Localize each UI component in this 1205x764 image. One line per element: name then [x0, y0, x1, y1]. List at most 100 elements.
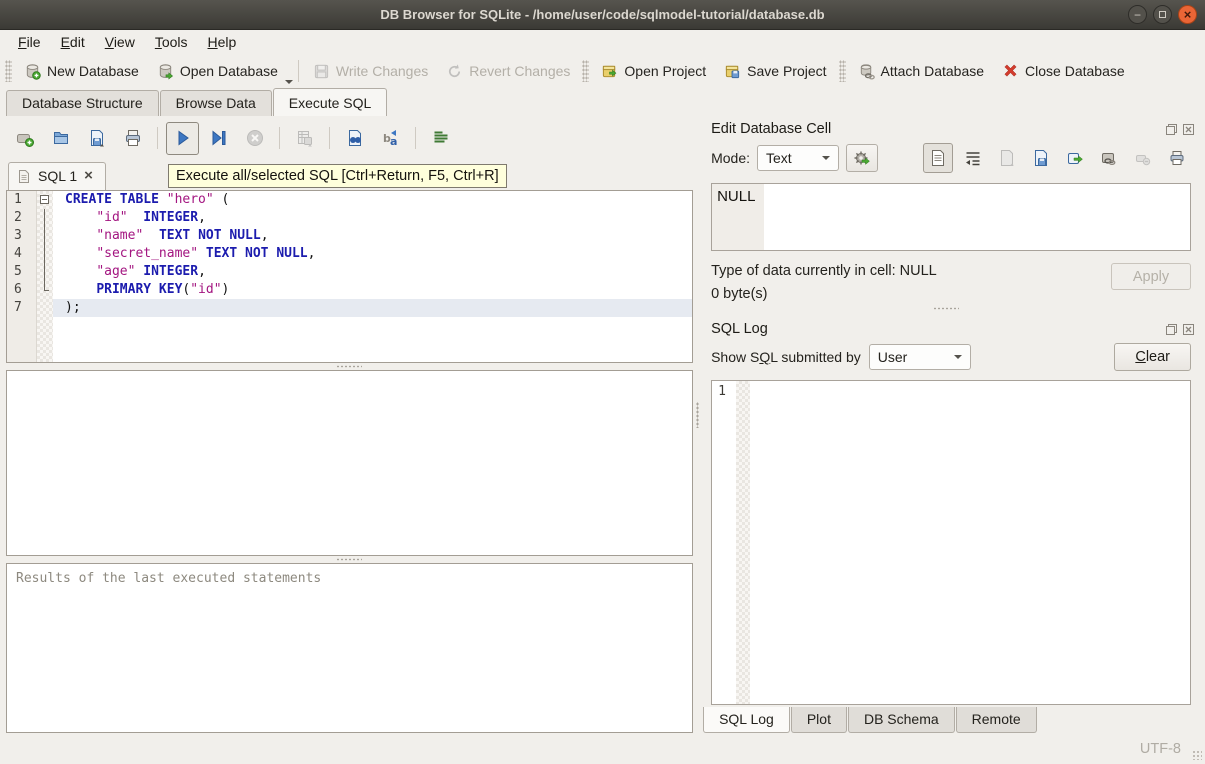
clear-log-button[interactable]: Clear — [1114, 343, 1191, 371]
find-replace-button[interactable] — [338, 122, 371, 155]
sql-editor[interactable]: 1 2 3 4 5 6 7 CREATE TABLE "hero" ( "id" INTEG… — [6, 190, 694, 363]
editor-results-splitter[interactable] — [6, 363, 693, 370]
cell-editor-toolbar — [923, 143, 1191, 173]
editor-line[interactable]: CREATE TABLE "hero" ( — [53, 191, 692, 209]
new-sql-tab-icon — [16, 134, 34, 147]
execute-sql-button[interactable] — [166, 121, 199, 155]
close-database-icon — [1004, 64, 1017, 77]
open-database-button[interactable]: Open Database — [148, 58, 287, 85]
tab-db-schema[interactable]: DB Schema — [847, 707, 955, 733]
editor-line[interactable]: "id" INTEGER, — [53, 209, 692, 227]
new-database-button[interactable]: New Database — [15, 58, 148, 85]
code-segment: "hero" — [166, 192, 214, 207]
auto-completion-button[interactable]: b a — [374, 122, 407, 155]
tab-remote[interactable]: Remote — [955, 707, 1037, 733]
tab-sql-log[interactable]: SQL Log — [703, 707, 790, 733]
grid-log-splitter[interactable] — [6, 556, 693, 563]
window-title: DB Browser for SQLite - /home/user/code/… — [380, 7, 825, 22]
sql-document-tab[interactable]: SQL 1 × — [8, 162, 106, 190]
sql-document-close-icon[interactable]: × — [84, 168, 93, 183]
resize-grip[interactable] — [1192, 750, 1202, 760]
editor-line[interactable]: PRIMARY KEY("id") — [53, 281, 692, 299]
editor-line[interactable]: "name" TEXT NOT NULL, — [53, 227, 692, 245]
main-vertical-splitter[interactable] — [693, 116, 703, 733]
open-external-icon — [1068, 153, 1083, 164]
close-button[interactable]: × — [1178, 5, 1197, 24]
menu-view[interactable]: View — [95, 32, 145, 52]
print-sql-button[interactable] — [116, 122, 149, 155]
open-sql-file-button[interactable] — [44, 122, 77, 155]
menu-edit[interactable]: Edit — [51, 32, 95, 52]
editor-line[interactable]: "age" INTEGER, — [53, 263, 692, 281]
status-bar: UTF-8 — [0, 733, 1205, 764]
menu-help[interactable]: Help — [198, 32, 247, 52]
save-project-button[interactable]: Save Project — [715, 58, 835, 85]
float-dock-icon[interactable] — [1165, 123, 1178, 136]
open-sql-file-icon — [53, 132, 68, 144]
menu-tools[interactable]: Tools — [145, 32, 198, 52]
fold-marker[interactable] — [37, 191, 53, 209]
stop-sql-button — [238, 122, 271, 155]
new-sql-tab-button[interactable] — [8, 122, 41, 155]
editor-line-number: 4 — [14, 246, 22, 261]
submitted-by-value: User — [877, 349, 908, 365]
results-grid-pane[interactable] — [6, 370, 694, 556]
toolbar-drag-handle[interactable] — [582, 60, 590, 82]
toolbar-drag-handle[interactable] — [5, 60, 12, 82]
maximize-button[interactable] — [1153, 5, 1172, 24]
submitted-by-combobox[interactable]: User — [868, 344, 971, 370]
code-segment: "id" — [96, 210, 128, 225]
close-dock-icon[interactable] — [1182, 123, 1195, 136]
minimize-button[interactable]: − — [1128, 5, 1147, 24]
dock-splitter[interactable] — [703, 302, 1199, 316]
link-cell-button[interactable] — [1095, 144, 1123, 172]
text-mode-button[interactable] — [923, 143, 953, 173]
close-database-button[interactable]: Close Database — [993, 58, 1134, 85]
tab-execute-sql[interactable]: Execute SQL — [272, 88, 388, 116]
code-segment: "id" — [190, 282, 222, 297]
toolbar-drag-handle[interactable] — [838, 60, 846, 82]
auto-switch-mode-button[interactable] — [846, 144, 878, 172]
editor-fold-margin[interactable] — [37, 191, 53, 362]
fold-marker — [37, 299, 53, 317]
format-sql-button[interactable] — [424, 122, 457, 155]
code-segment: "secret_name" — [96, 246, 199, 261]
set-null-button — [1129, 144, 1157, 172]
menu-file[interactable]: File — [8, 32, 51, 52]
code-segment: PRIMARY KEY — [96, 282, 183, 297]
sql-log-dock-header: SQL Log — [703, 316, 1199, 340]
open-in-app-button[interactable] — [1061, 144, 1089, 172]
splitter-handle-icon — [336, 558, 362, 561]
open-project-button[interactable]: Open Project — [592, 58, 715, 85]
editor-line[interactable]: "secret_name" TEXT NOT NULL, — [53, 245, 692, 263]
float-dock-icon[interactable] — [1165, 323, 1178, 336]
cell-value-editor[interactable]: NULL — [711, 183, 1191, 251]
set-null-icon — [1136, 155, 1151, 166]
right-dock-panel: Edit Database Cell Mode: Text NULL Type … — [703, 116, 1205, 733]
close-dock-icon[interactable] — [1182, 323, 1195, 336]
word-wrap-button[interactable] — [959, 144, 987, 172]
attach-database-icon — [860, 63, 875, 80]
execution-results-pane[interactable]: Results of the last executed statements — [6, 563, 694, 733]
apply-button: Apply — [1111, 263, 1191, 290]
print-cell-button[interactable] — [1163, 144, 1191, 172]
bottom-dock-tabs: SQL Log Plot DB Schema Remote — [703, 705, 1199, 733]
menu-bar: File Edit View Tools Help — [0, 30, 1205, 54]
execute-current-line-button[interactable] — [202, 122, 235, 155]
open-database-dropdown-caret[interactable] — [284, 80, 293, 84]
save-sql-file-button[interactable] — [80, 122, 113, 155]
save-sql-file-icon — [90, 130, 104, 147]
code-segment: , — [260, 228, 269, 243]
tab-database-structure[interactable]: Database Structure — [6, 90, 159, 116]
mode-combobox[interactable]: Text — [757, 145, 839, 171]
export-data-button[interactable] — [1027, 144, 1055, 172]
sql-log-view[interactable]: 1 — [711, 380, 1191, 705]
tab-plot[interactable]: Plot — [790, 707, 847, 733]
maximize-icon — [1159, 11, 1166, 18]
tab-browse-data[interactable]: Browse Data — [159, 90, 272, 116]
code-segment: , — [307, 246, 316, 261]
attach-database-button[interactable]: Attach Database — [849, 58, 994, 85]
editor-line[interactable]: ); — [53, 299, 693, 317]
editor-code-area[interactable]: CREATE TABLE "hero" ( "id" INTEGER, "nam… — [53, 191, 693, 362]
